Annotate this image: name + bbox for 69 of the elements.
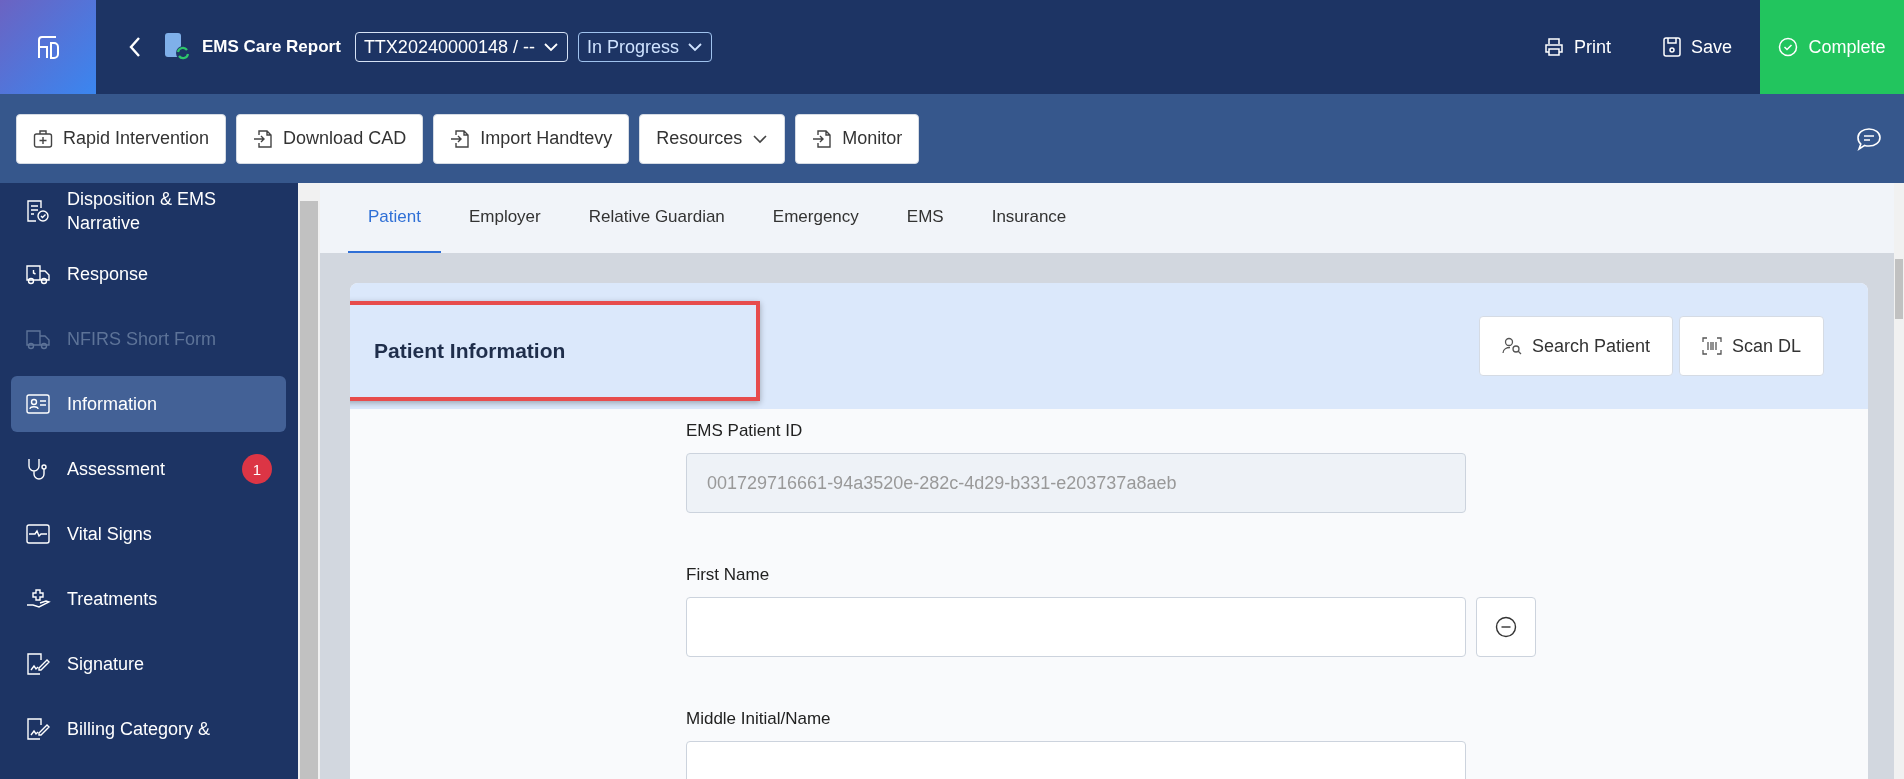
toolbar-button[interactable]: Resources: [639, 113, 786, 164]
caret-icon: [687, 42, 704, 52]
sidebar-label: Treatments: [67, 588, 159, 611]
first-aid-kit-icon: [33, 128, 53, 149]
card-title: Patient Information: [374, 339, 566, 363]
sidebar-label: Signature: [67, 653, 146, 676]
check-circle-icon: [1778, 37, 1799, 57]
import-file-icon: [450, 128, 471, 149]
toolbar-button[interactable]: Import Handtevy: [433, 113, 630, 164]
person-search-icon: [1501, 337, 1522, 355]
tab[interactable]: Insurance: [971, 183, 1087, 253]
print-button[interactable]: Print: [1517, 0, 1637, 94]
import-file-icon: [812, 128, 833, 149]
search-patient-button[interactable]: Search Patient: [1478, 316, 1673, 376]
input-field[interactable]: [686, 597, 1466, 657]
document-check-icon: [25, 199, 51, 223]
tab[interactable]: Emergency: [752, 183, 879, 253]
sidebar-item[interactable]: Treatments: [11, 571, 286, 627]
id-card-icon: [25, 392, 51, 416]
back-icon[interactable]: [128, 36, 142, 58]
scrollbar[interactable]: [1894, 183, 1904, 779]
sidebar-label: Vital Signs: [67, 523, 153, 546]
sidebar-label: Information: [67, 393, 159, 416]
caret-icon: [752, 133, 769, 144]
tab[interactable]: EMS: [886, 183, 964, 253]
scan-button[interactable]: Scan DL: [1678, 316, 1824, 376]
sidebar-label: NFIRS Short Form: [67, 328, 218, 351]
sidebar-label: Response: [67, 263, 150, 286]
toolbar-button[interactable]: Rapid Intervention: [16, 113, 227, 164]
report-number-dropdown[interactable]: TTX20240000148 / --: [354, 32, 568, 62]
sidebar-item[interactable]: Vital Signs: [11, 506, 286, 562]
field-label: Middle Initial/Name: [686, 709, 832, 729]
tab[interactable]: Relative Guardian: [568, 183, 745, 253]
count-badge: 1: [242, 454, 272, 484]
pulse-monitor-icon: [25, 522, 51, 546]
report-sync-icon: [164, 32, 192, 62]
toolbar-button[interactable]: Monitor: [795, 113, 920, 164]
truck-icon: [25, 327, 51, 351]
document-icon: [25, 717, 51, 741]
barcode-scan-icon: [1701, 337, 1722, 355]
sidebar-label: Billing Category &: [67, 718, 212, 741]
save-button[interactable]: Save: [1636, 0, 1758, 94]
sidebar-item[interactable]: Disposition & EMS Narrative: [11, 185, 286, 237]
caret-icon: [543, 42, 559, 52]
app-logo[interactable]: [0, 0, 96, 94]
tab[interactable]: Employer: [448, 183, 561, 253]
field-label: EMS Patient ID: [686, 421, 804, 441]
scrollbar[interactable]: [298, 183, 320, 779]
sidebar-item[interactable]: Signature: [11, 636, 286, 692]
remove-button[interactable]: [1476, 597, 1536, 657]
sidebar-item[interactable]: Assessment 1: [11, 441, 286, 497]
toolbar-button[interactable]: Download CAD: [236, 113, 424, 164]
minus-circle-icon: [1495, 616, 1517, 638]
sidebar-item[interactable]: Response: [11, 246, 286, 302]
truck-clock-icon: [25, 262, 51, 286]
chat-icon[interactable]: [1856, 126, 1882, 151]
sidebar-item[interactable]: Billing Category &: [11, 701, 286, 757]
sidebar-item[interactable]: Information: [11, 376, 286, 432]
logo-icon: [35, 34, 61, 60]
status-dropdown[interactable]: In Progress: [578, 32, 713, 62]
sidebar-label: Disposition & EMS Narrative: [67, 188, 218, 235]
page-title: EMS Care Report: [202, 37, 341, 57]
printer-icon: [1543, 37, 1564, 57]
hand-plus-icon: [25, 587, 51, 611]
save-icon: [1662, 37, 1681, 57]
field-label: First Name: [686, 565, 771, 585]
sidebar-label: Assessment: [67, 458, 167, 481]
import-file-icon: [253, 128, 274, 149]
document-pen-icon: [25, 652, 51, 676]
